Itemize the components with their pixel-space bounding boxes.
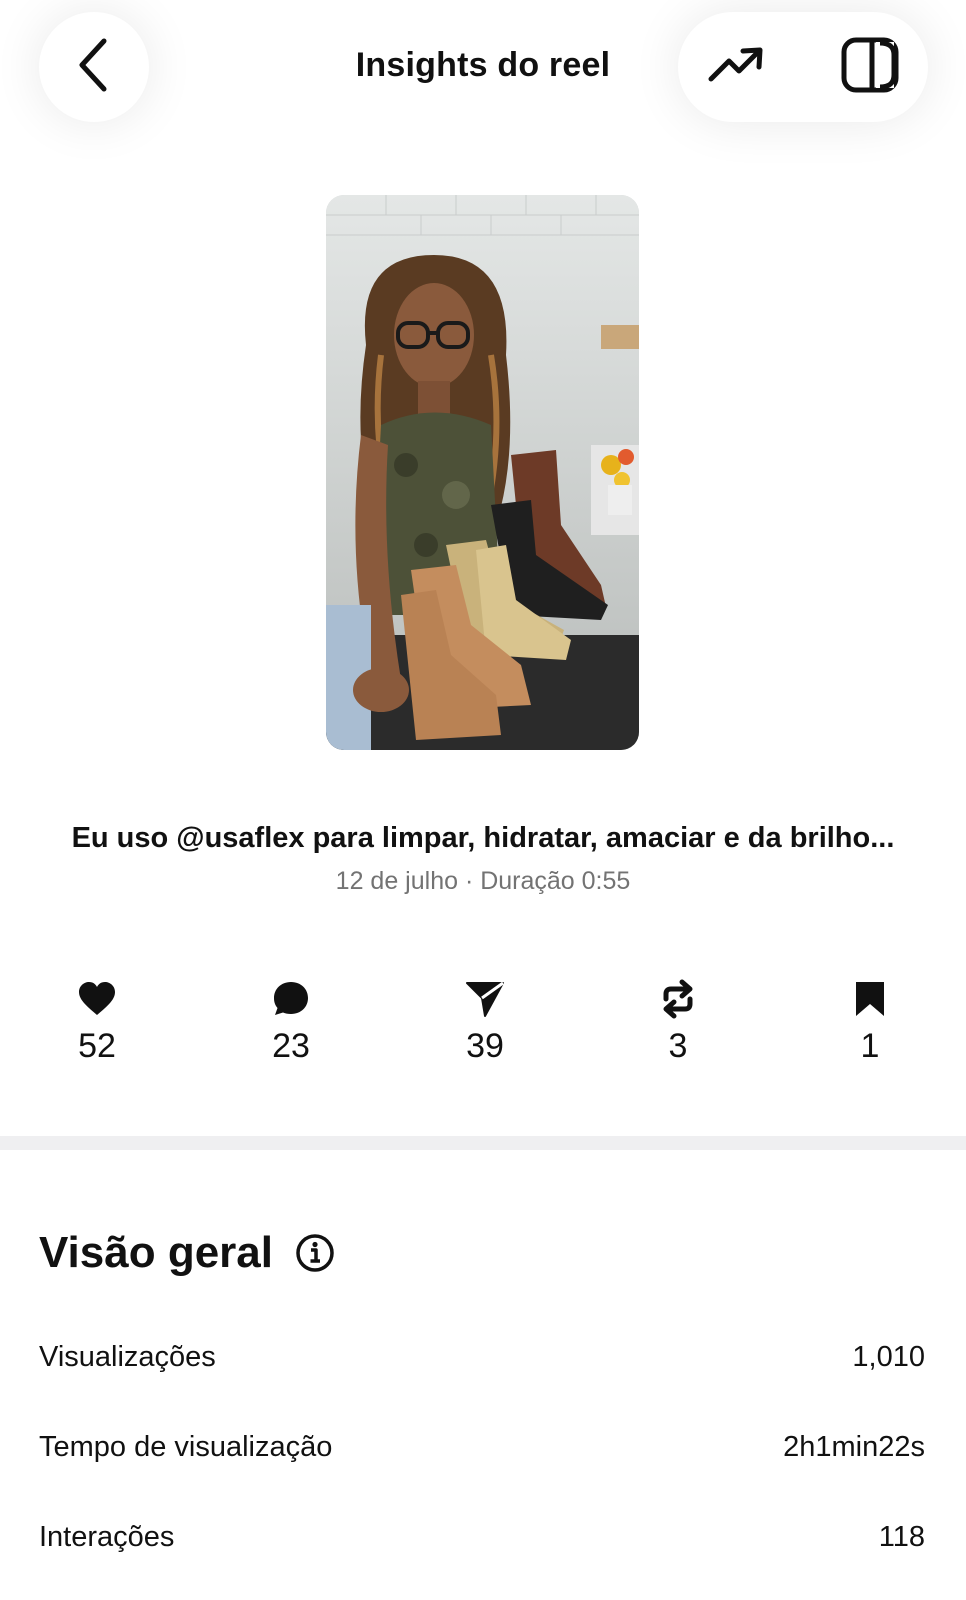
overview-row-value: 2h1min22s <box>783 1431 925 1463</box>
overview-title: Visão geral <box>39 1228 273 1277</box>
overview-row-interactions[interactable]: Interações 118 <box>39 1521 925 1554</box>
overview-row-value: 118 <box>878 1521 925 1553</box>
panel-button[interactable] <box>825 12 915 122</box>
stat-shares: 39 <box>425 975 545 1066</box>
info-icon[interactable] <box>295 1233 335 1273</box>
comment-icon <box>231 975 351 1023</box>
side-panel-icon <box>840 35 900 100</box>
share-icon <box>425 975 545 1023</box>
overview-row-label: Interações <box>39 1521 175 1553</box>
overview-row-label: Visualizações <box>39 1341 216 1373</box>
reel-meta: 12 de julho · Duração 0:55 <box>335 867 631 895</box>
shares-count: 39 <box>466 1027 504 1065</box>
stat-saves: 1 <box>810 975 930 1066</box>
page-title: Insights do reel <box>355 46 611 84</box>
bookmark-icon <box>810 975 930 1023</box>
overview-row-value: 1,010 <box>852 1341 925 1373</box>
likes-count: 52 <box>78 1027 116 1065</box>
trending-up-icon <box>707 45 767 90</box>
saves-count: 1 <box>860 1027 880 1065</box>
reel-thumbnail[interactable] <box>326 195 639 750</box>
heart-icon <box>37 975 157 1023</box>
back-button[interactable] <box>39 12 149 122</box>
overview-row-watch-time[interactable]: Tempo de visualização 2h1min22s <box>39 1431 925 1464</box>
header-actions <box>678 12 928 122</box>
stat-likes: 52 <box>37 975 157 1066</box>
trend-button[interactable] <box>692 12 782 122</box>
reel-caption: Eu uso @usaflex para limpar, hidratar, a… <box>71 822 895 854</box>
stat-comments: 23 <box>231 975 351 1066</box>
chevron-left-icon <box>74 37 114 98</box>
stat-reposts: 3 <box>618 975 738 1066</box>
reposts-count: 3 <box>668 1027 688 1065</box>
section-divider <box>0 1136 966 1150</box>
overview-row-label: Tempo de visualização <box>39 1431 333 1463</box>
comments-count: 23 <box>272 1027 310 1065</box>
overview-row-views[interactable]: Visualizações 1,010 <box>39 1341 925 1374</box>
overview-section-title: Visão geral <box>39 1228 335 1278</box>
repost-icon <box>618 975 738 1023</box>
